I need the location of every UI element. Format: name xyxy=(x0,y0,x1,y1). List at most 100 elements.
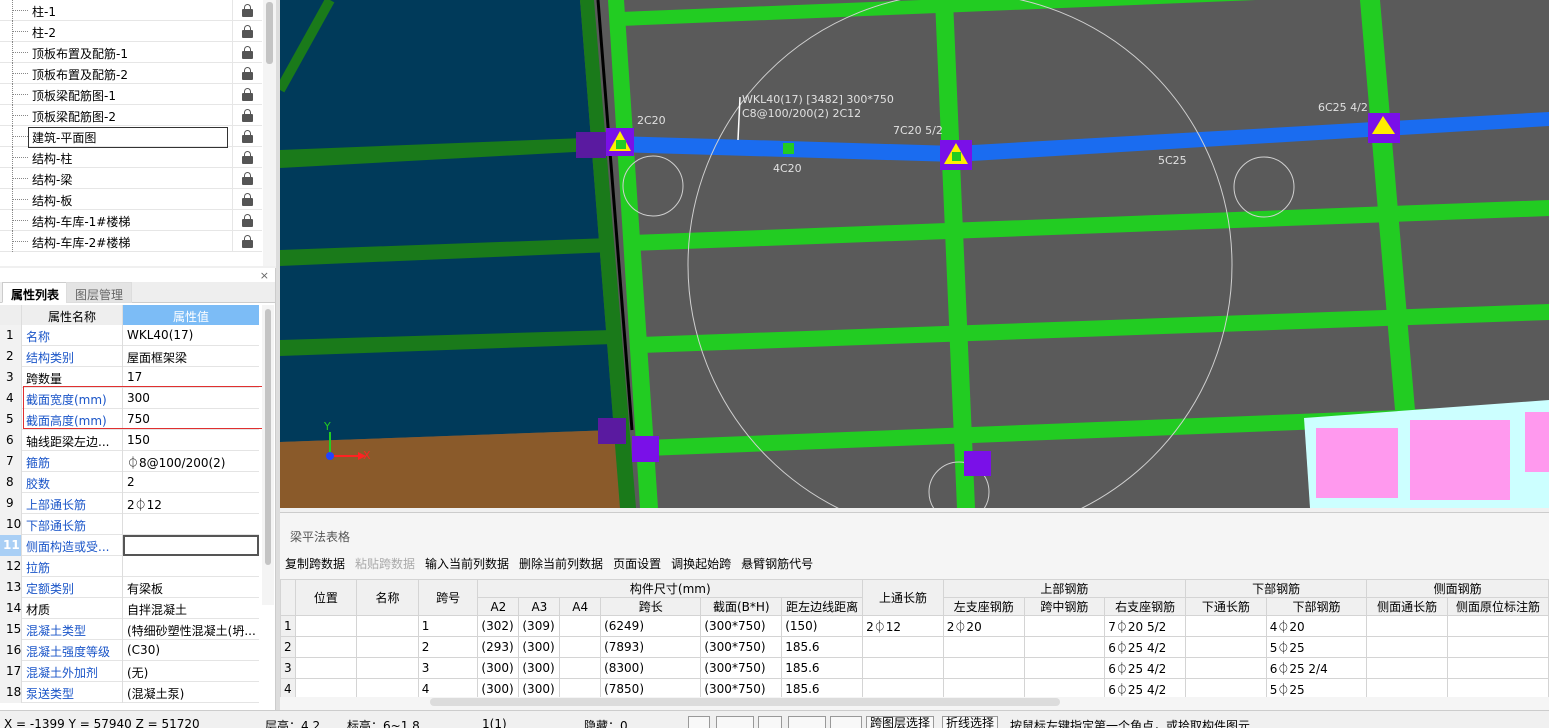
cell-side-through[interactable] xyxy=(1366,657,1449,679)
properties-scrollbar[interactable] xyxy=(262,305,274,605)
beam-toolbar-button[interactable]: 输入当前列数据 xyxy=(425,555,509,572)
property-row[interactable]: 1 名称 WKL40(17) xyxy=(0,325,259,346)
layer-item[interactable]: 结构-车库-1#楼梯 xyxy=(0,210,262,231)
property-row[interactable]: 3 跨数量 17 xyxy=(0,367,259,388)
close-icon[interactable]: × xyxy=(260,269,269,282)
cell-pos[interactable] xyxy=(294,678,358,697)
cell-span[interactable]: 2 xyxy=(417,636,479,658)
property-row[interactable]: 17 混凝土外加剂 (无) xyxy=(0,661,259,682)
property-row[interactable]: 10 下部通长筋 xyxy=(0,514,259,535)
cell-mid[interactable] xyxy=(1023,657,1106,679)
cell-sect[interactable]: (300*750) xyxy=(700,615,783,637)
cell-mid[interactable] xyxy=(1023,636,1106,658)
cell-name[interactable] xyxy=(356,657,419,679)
property-value[interactable]: ⏀8@100/200(2) xyxy=(123,451,259,472)
cell-bot-through[interactable] xyxy=(1185,678,1267,697)
property-value[interactable]: 2 xyxy=(123,472,259,493)
cell-bot[interactable]: 5⏀25 xyxy=(1265,636,1368,658)
cell-side-orig[interactable] xyxy=(1447,636,1549,658)
property-row[interactable]: 2 结构类别 屋面框架梁 xyxy=(0,346,259,367)
layer-lock-toggle[interactable] xyxy=(232,84,262,105)
cell-len[interactable]: (6249) xyxy=(600,615,702,637)
cell-right-sup[interactable]: 6⏀25 4/2 xyxy=(1104,678,1187,697)
layer-lock-toggle[interactable] xyxy=(232,126,262,147)
cell-right-sup[interactable]: 6⏀25 4/2 xyxy=(1104,636,1187,658)
cell-side-orig[interactable] xyxy=(1447,678,1549,697)
property-row[interactable]: 7 箍筋 ⏀8@100/200(2) xyxy=(0,451,259,472)
snap-toggle-button[interactable] xyxy=(688,716,710,728)
cell-a4[interactable] xyxy=(559,657,602,679)
beam-toolbar-button[interactable]: 悬臂钢筋代号 xyxy=(741,555,813,572)
property-value[interactable]: 有梁板 xyxy=(123,577,259,598)
cell-mid[interactable] xyxy=(1023,678,1106,697)
layer-lock-toggle[interactable] xyxy=(232,147,262,168)
cell-bot-through[interactable] xyxy=(1185,636,1267,658)
cell-bot[interactable]: 4⏀20 xyxy=(1265,615,1368,637)
layer-lock-toggle[interactable] xyxy=(232,231,262,252)
layer-item[interactable]: 顶板梁配筋图-1 xyxy=(0,84,262,105)
cell-left-sup[interactable] xyxy=(942,657,1025,679)
cell-bot[interactable]: 6⏀25 2/4 xyxy=(1265,657,1368,679)
property-value[interactable]: WKL40(17) xyxy=(123,325,259,346)
property-row[interactable]: 8 胶数 2 xyxy=(0,472,259,493)
cell-off[interactable]: 185.6 xyxy=(781,636,864,658)
cell-a2[interactable]: (300) xyxy=(477,657,520,679)
cell-side-through[interactable] xyxy=(1366,678,1449,697)
cell-off[interactable]: 185.6 xyxy=(781,657,864,679)
beam-toolbar-button[interactable]: 粘贴跨数据 xyxy=(355,555,415,572)
cell-span[interactable]: 4 xyxy=(417,678,479,697)
layer-item[interactable]: 柱-1 xyxy=(0,0,262,21)
cell-a2[interactable]: (293) xyxy=(477,636,520,658)
cell-top-through[interactable] xyxy=(862,636,944,658)
property-value[interactable] xyxy=(123,556,259,577)
cell-len[interactable]: (7893) xyxy=(600,636,702,658)
property-value[interactable] xyxy=(123,535,259,556)
cell-pos[interactable] xyxy=(294,615,358,637)
beam-toolbar-button[interactable]: 调换起始跨 xyxy=(671,555,731,572)
cell-name[interactable] xyxy=(356,678,419,697)
cell-a4[interactable] xyxy=(559,678,602,697)
cell-bot[interactable]: 5⏀25 xyxy=(1265,678,1368,697)
beam-toolbar-button[interactable]: 复制跨数据 xyxy=(285,555,345,572)
cell-side-orig[interactable] xyxy=(1447,615,1549,637)
layer-item[interactable]: 结构-车库-2#楼梯 xyxy=(0,231,262,252)
cad-drawing[interactable]: WKL40(17) [3482] 300*750 C8@100/200(2) 2… xyxy=(280,0,1549,508)
cell-name[interactable] xyxy=(356,636,419,658)
layer-lock-toggle[interactable] xyxy=(232,189,262,210)
tab-layer-management[interactable]: 图层管理 xyxy=(66,282,133,303)
property-value[interactable]: (无) xyxy=(123,661,259,682)
cell-a4[interactable] xyxy=(559,615,602,637)
property-row[interactable]: 16 混凝土强度等级 (C30) xyxy=(0,640,259,661)
cell-left-sup[interactable]: 2⏀20 xyxy=(942,615,1025,637)
layer-item[interactable]: 柱-2 xyxy=(0,21,262,42)
cell-a3[interactable]: (300) xyxy=(518,636,561,658)
cell-right-sup[interactable]: 6⏀25 4/2 xyxy=(1104,657,1187,679)
cell-bot-through[interactable] xyxy=(1185,615,1267,637)
cell-top-through[interactable] xyxy=(862,678,944,697)
cell-span[interactable]: 1 xyxy=(417,615,479,637)
cell-a3[interactable]: (300) xyxy=(518,657,561,679)
cell-sect[interactable]: (300*750) xyxy=(700,636,783,658)
cell-pos[interactable] xyxy=(294,657,358,679)
layer-lock-toggle[interactable] xyxy=(232,210,262,231)
property-value[interactable] xyxy=(123,514,259,535)
polyline-select-button[interactable]: 折线选择 xyxy=(942,716,999,728)
layer-lock-toggle[interactable] xyxy=(232,42,262,63)
property-value[interactable]: (混凝土泵) xyxy=(123,682,259,703)
cell-span[interactable]: 3 xyxy=(417,657,479,679)
cell-len[interactable]: (8300) xyxy=(600,657,702,679)
property-row[interactable]: 18 泵送类型 (混凝土泵) xyxy=(0,682,259,703)
cell-a2[interactable]: (300) xyxy=(477,678,520,697)
cell-right-sup[interactable]: 7⏀20 5/2 xyxy=(1104,615,1187,637)
property-value[interactable]: (C30) xyxy=(123,640,259,661)
layer-lock-toggle[interactable] xyxy=(232,105,262,126)
cell-sect[interactable]: (300*750) xyxy=(700,657,783,679)
cell-off[interactable]: 185.6 xyxy=(781,678,864,697)
beam-toolbar-button[interactable]: 删除当前列数据 xyxy=(519,555,603,572)
angle-mode-button[interactable] xyxy=(788,716,826,728)
tab-property-list[interactable]: 属性列表 xyxy=(2,282,69,303)
layer-lock-toggle[interactable] xyxy=(232,63,262,84)
property-value[interactable]: 150 xyxy=(123,430,259,451)
layer-item[interactable]: 顶板布置及配筋-1 xyxy=(0,42,262,63)
cell-a2[interactable]: (302) xyxy=(477,615,520,637)
